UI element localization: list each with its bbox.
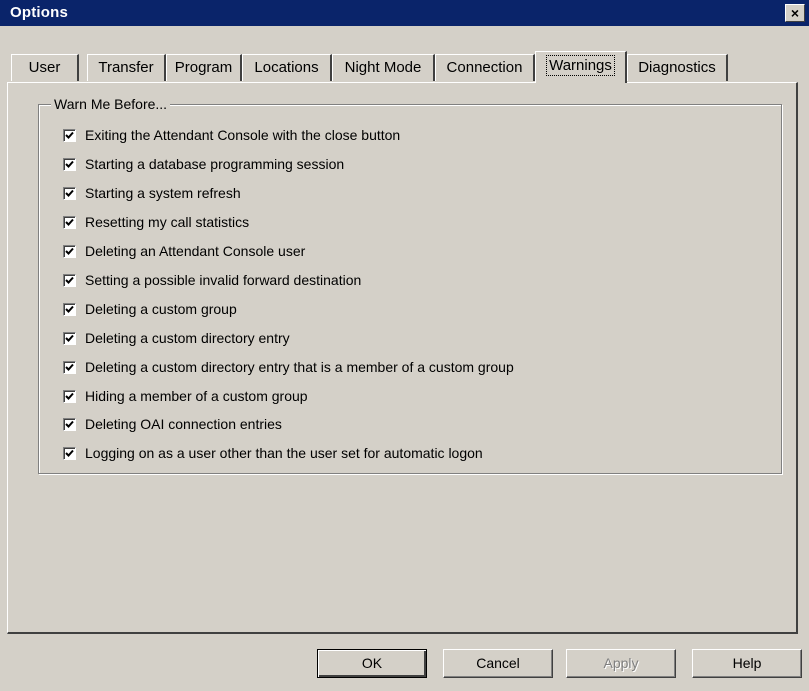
tab-night-mode[interactable]: Night Mode xyxy=(332,54,435,81)
warn-option[interactable]: Logging on as a user other than the user… xyxy=(63,444,483,462)
checkmark-icon xyxy=(65,189,74,197)
checkmark-icon xyxy=(65,305,74,313)
warn-option[interactable]: Starting a system refresh xyxy=(63,184,241,202)
checkmark-icon xyxy=(65,218,74,226)
tab-user-label: User xyxy=(28,59,61,76)
checkmark-icon xyxy=(65,160,74,168)
ok-button[interactable]: OK xyxy=(317,649,427,678)
warn-option[interactable]: Resetting my call statistics xyxy=(63,213,249,231)
checkmark-icon xyxy=(65,276,74,284)
tab-night-mode-label: Night Mode xyxy=(344,59,422,76)
checkmark-icon xyxy=(65,449,74,457)
tab-program-label: Program xyxy=(174,59,233,76)
warn-option[interactable]: Hiding a member of a custom group xyxy=(63,387,308,405)
tab-locations[interactable]: Locations xyxy=(242,54,332,81)
checkbox[interactable] xyxy=(63,417,76,431)
checkbox[interactable] xyxy=(63,331,76,345)
checkbox[interactable] xyxy=(63,186,76,200)
window-title: Options xyxy=(10,4,69,21)
tab-connection[interactable]: Connection xyxy=(435,54,535,81)
tab-program[interactable]: Program xyxy=(166,54,242,81)
close-button[interactable]: × xyxy=(785,4,805,22)
checkmark-icon xyxy=(65,131,74,139)
checkmark-icon xyxy=(65,334,74,342)
checkbox[interactable] xyxy=(63,244,76,258)
warn-option-label: Logging on as a user other than the user… xyxy=(85,445,483,461)
checkmark-icon xyxy=(65,247,74,255)
checkbox[interactable] xyxy=(63,215,76,229)
checkbox[interactable] xyxy=(63,389,76,403)
close-icon: × xyxy=(790,5,800,21)
warn-option-label: Resetting my call statistics xyxy=(85,214,250,230)
warn-option-label: Setting a possible invalid forward desti… xyxy=(85,272,362,288)
warn-option-label: Starting a database programming session xyxy=(85,156,345,172)
warn-option[interactable]: Deleting a custom directory entry xyxy=(63,329,290,347)
warn-option-label: Deleting a custom directory entry that i… xyxy=(85,359,514,375)
tab-user[interactable]: User xyxy=(11,54,79,81)
tab-diagnostics-label: Diagnostics xyxy=(638,59,716,76)
checkbox[interactable] xyxy=(63,360,76,374)
warn-option-label: Starting a system refresh xyxy=(85,185,241,201)
checkmark-icon xyxy=(65,363,74,371)
warn-option-label: Deleting a custom group xyxy=(85,301,237,317)
checkmark-icon xyxy=(65,392,74,400)
tab-connection-label: Connection xyxy=(446,59,523,76)
warn-option[interactable]: Setting a possible invalid forward desti… xyxy=(63,271,361,289)
warn-option[interactable]: Deleting OAI connection entries xyxy=(63,415,282,433)
warn-option-label: Exiting the Attendant Console with the c… xyxy=(85,127,401,143)
warn-option[interactable]: Starting a database programming session xyxy=(63,155,344,173)
checkbox[interactable] xyxy=(63,302,76,316)
warn-option[interactable]: Deleting an Attendant Console user xyxy=(63,242,305,260)
apply-button-label: Apply xyxy=(603,655,639,671)
warn-option-label: Deleting OAI connection entries xyxy=(85,416,282,432)
warn-option[interactable]: Deleting a custom directory entry that i… xyxy=(63,358,514,376)
help-button[interactable]: Help xyxy=(692,649,802,678)
tab-diagnostics[interactable]: Diagnostics xyxy=(627,54,728,81)
options-dialog: Options × User Transfer Program Location… xyxy=(0,0,809,691)
tab-warnings[interactable]: Warnings xyxy=(535,51,627,83)
apply-button[interactable]: Apply xyxy=(566,649,676,678)
checkbox[interactable] xyxy=(63,273,76,287)
tab-locations-label: Locations xyxy=(254,59,319,76)
warn-group-legend: Warn Me Before... xyxy=(51,96,171,112)
tab-transfer[interactable]: Transfer xyxy=(87,54,166,81)
warn-option[interactable]: Deleting a custom group xyxy=(63,300,237,318)
title-bar: Options × xyxy=(0,0,809,26)
checkbox[interactable] xyxy=(63,446,76,460)
checkbox[interactable] xyxy=(63,157,76,171)
warn-option-label: Deleting a custom directory entry xyxy=(85,330,290,346)
tab-transfer-label: Transfer xyxy=(98,59,154,76)
tab-warnings-label: Warnings xyxy=(546,55,615,76)
checkbox[interactable] xyxy=(63,128,76,142)
cancel-button-label: Cancel xyxy=(476,655,520,671)
warn-option[interactable]: Exiting the Attendant Console with the c… xyxy=(63,126,400,144)
warn-option-label: Deleting an Attendant Console user xyxy=(85,243,306,259)
help-button-label: Help xyxy=(732,655,762,671)
warn-option-label: Hiding a member of a custom group xyxy=(85,388,308,404)
ok-button-label: OK xyxy=(361,655,383,671)
checkmark-icon xyxy=(65,420,74,428)
cancel-button[interactable]: Cancel xyxy=(443,649,553,678)
